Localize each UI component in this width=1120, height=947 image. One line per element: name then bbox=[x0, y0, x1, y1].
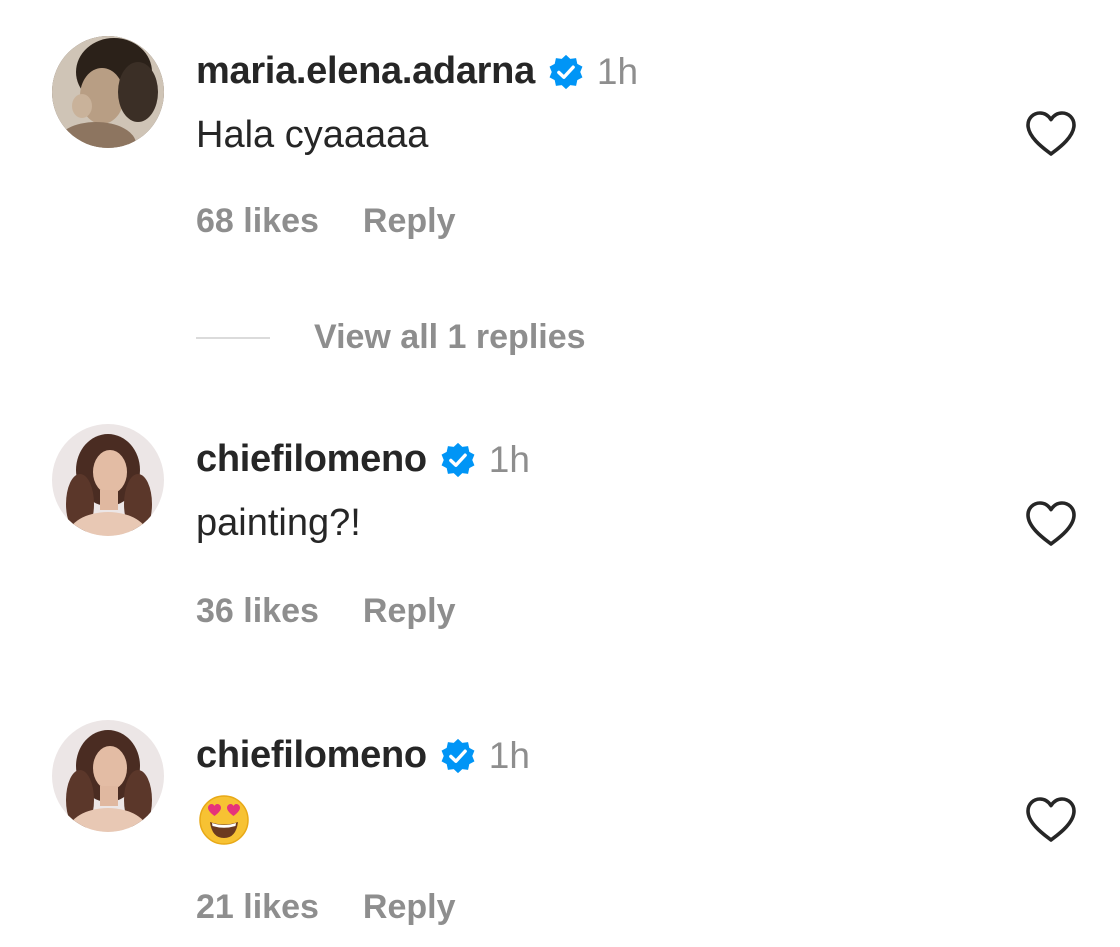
comment-text: Hala cyaaaaa bbox=[196, 114, 429, 156]
username[interactable]: maria.elena.adarna bbox=[196, 50, 535, 93]
avatar-photo-icon bbox=[52, 720, 164, 832]
avatar-photo-icon bbox=[52, 36, 164, 148]
reply-button[interactable]: Reply bbox=[363, 592, 456, 631]
reply-button[interactable]: Reply bbox=[363, 202, 456, 241]
like-heart-icon[interactable] bbox=[1024, 796, 1078, 844]
comment-text: painting?! bbox=[196, 502, 361, 544]
divider-line bbox=[196, 336, 270, 339]
verified-badge-icon bbox=[439, 737, 477, 775]
avatar[interactable] bbox=[52, 424, 164, 536]
timestamp[interactable]: 1h bbox=[597, 51, 638, 93]
timestamp[interactable]: 1h bbox=[489, 439, 530, 481]
verified-badge-icon bbox=[547, 53, 585, 91]
view-replies-button[interactable]: View all 1 replies bbox=[196, 318, 586, 357]
avatar-photo-icon bbox=[52, 424, 164, 536]
view-replies-label: View all 1 replies bbox=[314, 318, 586, 356]
timestamp[interactable]: 1h bbox=[489, 735, 530, 777]
likes-count[interactable]: 21 likes bbox=[196, 888, 319, 927]
like-heart-icon[interactable] bbox=[1024, 110, 1078, 158]
avatar[interactable] bbox=[52, 36, 164, 148]
avatar[interactable] bbox=[52, 720, 164, 832]
like-heart-icon[interactable] bbox=[1024, 500, 1078, 548]
reply-button[interactable]: Reply bbox=[363, 888, 456, 927]
heart-eyes-emoji-icon bbox=[198, 794, 250, 846]
username[interactable]: chiefilomeno bbox=[196, 734, 427, 777]
likes-count[interactable]: 36 likes bbox=[196, 592, 319, 631]
verified-badge-icon bbox=[439, 441, 477, 479]
username[interactable]: chiefilomeno bbox=[196, 438, 427, 481]
likes-count[interactable]: 68 likes bbox=[196, 202, 319, 241]
